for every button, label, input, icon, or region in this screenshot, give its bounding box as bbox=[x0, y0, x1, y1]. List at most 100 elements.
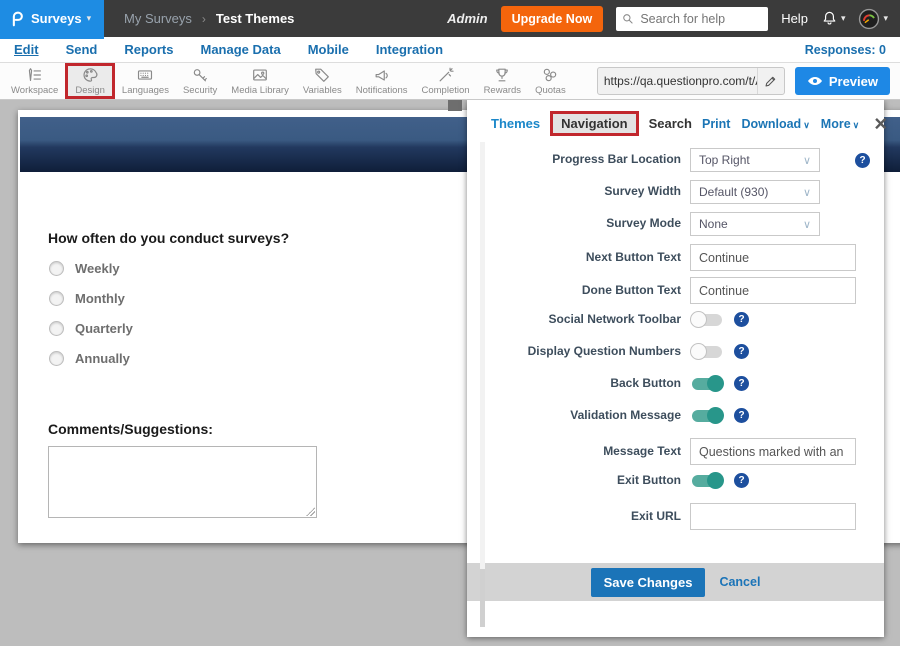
cancel-link[interactable]: Cancel bbox=[719, 575, 760, 589]
help-search-input[interactable] bbox=[638, 11, 762, 27]
tab-navigation[interactable]: Navigation bbox=[550, 111, 638, 136]
settings-row-next-button-text: Next Button Text bbox=[485, 244, 870, 271]
resize-grip[interactable] bbox=[306, 507, 315, 516]
survey-nav: Edit Send Reports Manage Data Mobile Integrat… bbox=[0, 37, 900, 62]
toolbar-item-label: Completion bbox=[422, 85, 470, 96]
toolbar-items: WorkspaceDesignLanguagesSecurityMedia Li… bbox=[4, 63, 573, 99]
download-menu[interactable]: Download∨ bbox=[741, 117, 809, 131]
survey-question: How often do you conduct surveys? bbox=[48, 230, 289, 246]
design-toolbar: WorkspaceDesignLanguagesSecurityMedia Li… bbox=[0, 62, 900, 100]
toggle-knob bbox=[707, 472, 724, 489]
exit-url-input[interactable] bbox=[690, 503, 856, 530]
field-label: Next Button Text bbox=[485, 251, 681, 265]
survey-option-row: Quarterly bbox=[49, 313, 133, 343]
more-menu[interactable]: More∨ bbox=[821, 117, 859, 131]
toolbar-item-label: Notifications bbox=[356, 85, 408, 96]
edit-url-button[interactable] bbox=[757, 68, 784, 94]
nav-item-reports[interactable]: Reports bbox=[124, 42, 173, 57]
panel-body: Progress Bar LocationTop Right∨?Survey W… bbox=[467, 140, 884, 563]
display-question-numbers-toggle[interactable] bbox=[692, 346, 722, 358]
nav-item-manage-data[interactable]: Manage Data bbox=[200, 42, 280, 57]
toolbar-item-languages[interactable]: Languages bbox=[115, 63, 176, 99]
tab-search[interactable]: Search bbox=[641, 112, 700, 135]
field-control bbox=[690, 277, 856, 304]
validation-message-toggle[interactable] bbox=[692, 410, 722, 422]
toolbar-item-variables[interactable]: Variables bbox=[296, 63, 349, 99]
social-network-toolbar-help-icon[interactable]: ? bbox=[734, 312, 749, 327]
toolbar-item-media-library[interactable]: Media Library bbox=[224, 63, 296, 99]
display-question-numbers-help-icon[interactable]: ? bbox=[734, 344, 749, 359]
nav-item-edit[interactable]: Edit bbox=[14, 42, 39, 57]
field-control bbox=[690, 314, 724, 326]
settings-panel: ThemesNavigationSearch Print Download∨ M… bbox=[467, 100, 884, 637]
survey-mode-select[interactable]: None∨ bbox=[690, 212, 820, 236]
radio-weekly[interactable] bbox=[49, 261, 64, 276]
tab-themes[interactable]: Themes bbox=[483, 112, 548, 135]
done-button-text-input[interactable] bbox=[690, 277, 856, 304]
exit-button-help-icon[interactable]: ? bbox=[734, 473, 749, 488]
admin-label: Admin bbox=[447, 11, 487, 26]
rewards-icon bbox=[493, 66, 511, 84]
back-button-help-icon[interactable]: ? bbox=[734, 376, 749, 391]
field-label: Exit URL bbox=[485, 510, 681, 524]
social-network-toolbar-toggle[interactable] bbox=[692, 314, 722, 326]
chevron-down-icon: ∨ bbox=[853, 120, 860, 130]
validation-message-help-icon[interactable]: ? bbox=[734, 408, 749, 423]
field-control bbox=[690, 244, 856, 271]
toggle-knob bbox=[707, 407, 724, 424]
surveys-menu[interactable]: Surveys ▾ bbox=[0, 0, 104, 37]
panel-scrollbar-thumb[interactable] bbox=[480, 569, 485, 627]
survey-url[interactable]: https://qa.questionpro.com/t/AW bbox=[598, 74, 757, 88]
message-text-input[interactable] bbox=[690, 438, 856, 465]
toolbar-item-completion[interactable]: Completion bbox=[415, 63, 477, 99]
comments-textarea-wrap bbox=[48, 446, 317, 518]
search-icon bbox=[622, 12, 633, 25]
field-label: Survey Width bbox=[485, 185, 681, 199]
progress-bar-location-select[interactable]: Top Right∨ bbox=[690, 148, 820, 172]
nav-item-mobile[interactable]: Mobile bbox=[308, 42, 349, 57]
panel-actions: Print Download∨ More∨ × bbox=[702, 117, 887, 131]
notifications-bell[interactable]: ▾ bbox=[821, 10, 846, 27]
nav-item-integration[interactable]: Integration bbox=[376, 42, 443, 57]
toolbar-item-label: Quotas bbox=[535, 85, 566, 96]
completion-icon bbox=[437, 66, 455, 84]
breadcrumb: My Surveys › Test Themes bbox=[124, 11, 294, 26]
close-icon[interactable]: × bbox=[874, 117, 887, 131]
settings-row-back-button: Back Button? bbox=[485, 374, 870, 393]
preview-button[interactable]: Preview bbox=[795, 67, 890, 95]
settings-row-exit-url: Exit URL bbox=[485, 503, 870, 530]
help-link[interactable]: Help bbox=[781, 11, 808, 26]
field-control bbox=[690, 475, 724, 487]
radio-annually[interactable] bbox=[49, 351, 64, 366]
notifications-icon bbox=[373, 66, 391, 84]
save-changes-button[interactable]: Save Changes bbox=[591, 568, 706, 597]
toolbar-item-quotas[interactable]: Quotas bbox=[528, 63, 573, 99]
next-button-text-input[interactable] bbox=[690, 244, 856, 271]
progress-bar-location-help-icon[interactable]: ? bbox=[855, 153, 870, 168]
comments-textarea[interactable] bbox=[49, 447, 316, 517]
settings-row-done-button-text: Done Button Text bbox=[485, 277, 870, 304]
nav-item-send[interactable]: Send bbox=[66, 42, 98, 57]
survey-options: WeeklyMonthlyQuarterlyAnnually bbox=[49, 253, 133, 373]
radio-monthly[interactable] bbox=[49, 291, 64, 306]
survey-width-select[interactable]: Default (930)∨ bbox=[690, 180, 820, 204]
upgrade-now-button[interactable]: Upgrade Now bbox=[501, 6, 604, 32]
toolbar-item-workspace[interactable]: Workspace bbox=[4, 63, 65, 99]
panel-scrollbar[interactable] bbox=[480, 142, 485, 627]
survey-url-box: https://qa.questionpro.com/t/AW bbox=[597, 67, 785, 95]
breadcrumb-my-surveys[interactable]: My Surveys bbox=[124, 11, 192, 26]
toolbar-item-notifications[interactable]: Notifications bbox=[349, 63, 415, 99]
radio-quarterly[interactable] bbox=[49, 321, 64, 336]
exit-button-toggle[interactable] bbox=[692, 475, 722, 487]
print-link[interactable]: Print bbox=[702, 117, 730, 131]
toolbar-item-security[interactable]: Security bbox=[176, 63, 224, 99]
toolbar-item-rewards[interactable]: Rewards bbox=[477, 63, 529, 99]
account-menu[interactable]: ▾ bbox=[858, 8, 888, 30]
questionpro-logo-icon bbox=[8, 10, 26, 28]
chevron-down-icon: ▾ bbox=[883, 13, 888, 24]
eye-icon bbox=[807, 76, 823, 86]
select-value: Top Right bbox=[699, 153, 750, 167]
variables-icon bbox=[313, 66, 331, 84]
toolbar-item-design[interactable]: Design bbox=[65, 63, 115, 99]
back-button-toggle[interactable] bbox=[692, 378, 722, 390]
